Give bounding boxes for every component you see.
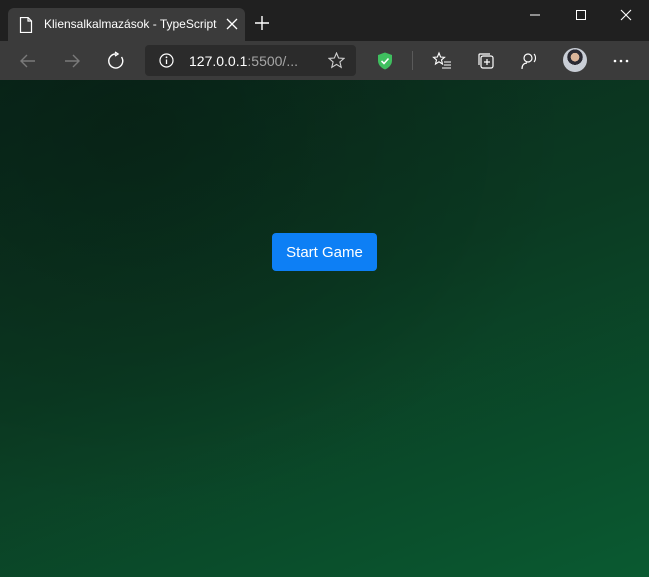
refresh-icon[interactable] <box>106 51 126 71</box>
toolbar-divider <box>412 51 413 70</box>
browser-tab[interactable]: Kliensalkalmazások - TypeScript <box>8 8 245 41</box>
maximize-icon <box>576 10 586 20</box>
url-path: :5500/... <box>247 53 298 69</box>
title-bar: Kliensalkalmazások - TypeScript <box>0 0 649 41</box>
browser-toolbar: 127.0.0.1:5500/... <box>0 41 649 80</box>
star-icon[interactable] <box>328 52 345 69</box>
url-host: 127.0.0.1 <box>189 53 248 69</box>
profile-avatar[interactable] <box>563 48 587 72</box>
close-icon <box>620 9 632 21</box>
info-icon[interactable] <box>159 53 174 68</box>
shield-check-icon[interactable] <box>375 51 395 71</box>
minimize-icon <box>530 14 540 16</box>
tab-title: Kliensalkalmazások - TypeScript <box>44 17 217 31</box>
forward-arrow-icon[interactable] <box>62 51 82 71</box>
favorites-icon[interactable] <box>432 51 452 71</box>
address-bar[interactable]: 127.0.0.1:5500/... <box>145 45 356 76</box>
game-page: Start Game <box>0 80 649 577</box>
url-text[interactable]: 127.0.0.1:5500/... <box>189 53 298 69</box>
start-game-button[interactable]: Start Game <box>272 233 377 271</box>
back-arrow-icon[interactable] <box>18 51 38 71</box>
collections-icon[interactable] <box>476 51 496 71</box>
page-icon <box>19 17 33 33</box>
plus-icon[interactable] <box>253 14 271 32</box>
maximize-button[interactable] <box>558 0 604 30</box>
read-aloud-icon[interactable] <box>519 51 539 71</box>
window-close-button[interactable] <box>603 0 649 30</box>
more-dots-icon[interactable] <box>611 51 631 71</box>
minimize-button[interactable] <box>512 0 558 30</box>
tab-close-icon[interactable] <box>226 18 238 30</box>
